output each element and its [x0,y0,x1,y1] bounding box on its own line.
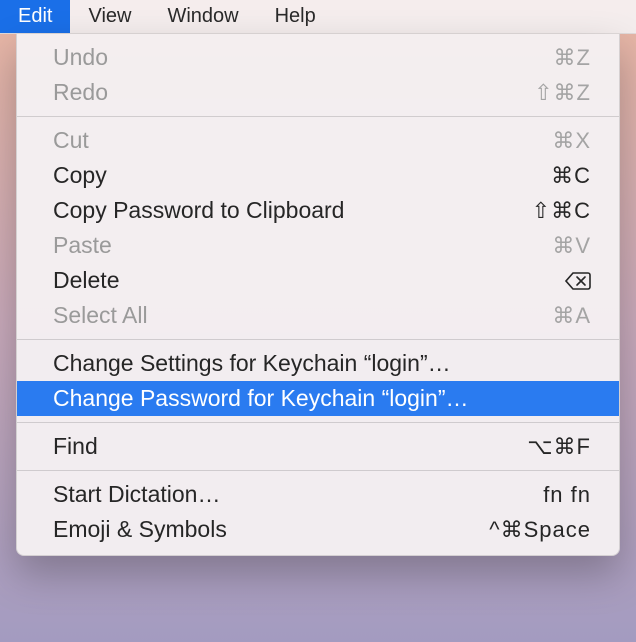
menubar-item-edit[interactable]: Edit [0,0,70,33]
menu-separator [17,116,619,117]
menu-item-paste: Paste ⌘V [17,228,619,263]
menu-item-label: Redo [53,79,108,106]
menu-item-label: Delete [53,267,119,294]
menu-item-delete[interactable]: Delete [17,263,619,298]
menu-item-shortcut: ⌘V [552,233,591,259]
menu-item-redo: Redo ⇧⌘Z [17,75,619,110]
menu-item-label: Emoji & Symbols [53,516,227,543]
menu-separator [17,339,619,340]
menu-item-shortcut: ⌥⌘F [527,434,591,460]
menubar-item-window[interactable]: Window [149,0,256,33]
menu-item-shortcut: ⌘Z [554,45,591,71]
menu-item-shortcut: fn fn [543,482,591,508]
menubar-item-view[interactable]: View [70,0,149,33]
menu-item-label: Change Settings for Keychain “login”… [53,350,451,377]
menu-item-change-password[interactable]: Change Password for Keychain “login”… [17,381,619,416]
menu-item-select-all: Select All ⌘A [17,298,619,333]
menubar-label: Window [167,5,238,28]
menu-item-undo: Undo ⌘Z [17,40,619,75]
menubar-label: Edit [18,5,52,28]
menubar-item-help[interactable]: Help [257,0,334,33]
menu-item-shortcut: ⌘A [552,303,591,329]
menu-separator [17,422,619,423]
menu-item-shortcut: ⇧⌘Z [534,80,591,106]
menu-item-label: Start Dictation… [53,481,220,508]
menubar-label: View [88,5,131,28]
backspace-icon [565,272,591,290]
menu-item-label: Copy Password to Clipboard [53,197,344,224]
menubar: Edit View Window Help [0,0,636,34]
menu-item-label: Select All [53,302,148,329]
menu-item-label: Undo [53,44,108,71]
menu-item-label: Paste [53,232,112,259]
menu-item-copy-password[interactable]: Copy Password to Clipboard ⇧⌘C [17,193,619,228]
menu-item-start-dictation[interactable]: Start Dictation… fn fn [17,477,619,512]
edit-menu-dropdown: Undo ⌘Z Redo ⇧⌘Z Cut ⌘X Copy ⌘C Copy Pas… [16,34,620,556]
menu-item-find[interactable]: Find ⌥⌘F [17,429,619,464]
menu-item-cut: Cut ⌘X [17,123,619,158]
menu-item-label: Copy [53,162,107,189]
menu-item-shortcut: ⌘X [552,128,591,154]
menu-item-shortcut: ⌘C [551,163,591,189]
menu-item-label: Cut [53,127,89,154]
menu-item-label: Find [53,433,98,460]
menu-item-shortcut: ⇧⌘C [532,198,591,224]
menubar-label: Help [275,5,316,28]
menu-item-emoji-symbols[interactable]: Emoji & Symbols ^⌘Space [17,512,619,547]
menu-item-label: Change Password for Keychain “login”… [53,385,468,412]
menu-item-change-settings[interactable]: Change Settings for Keychain “login”… [17,346,619,381]
menu-separator [17,470,619,471]
menu-item-shortcut: ^⌘Space [489,517,591,543]
menu-item-shortcut [565,272,591,290]
menu-item-copy[interactable]: Copy ⌘C [17,158,619,193]
